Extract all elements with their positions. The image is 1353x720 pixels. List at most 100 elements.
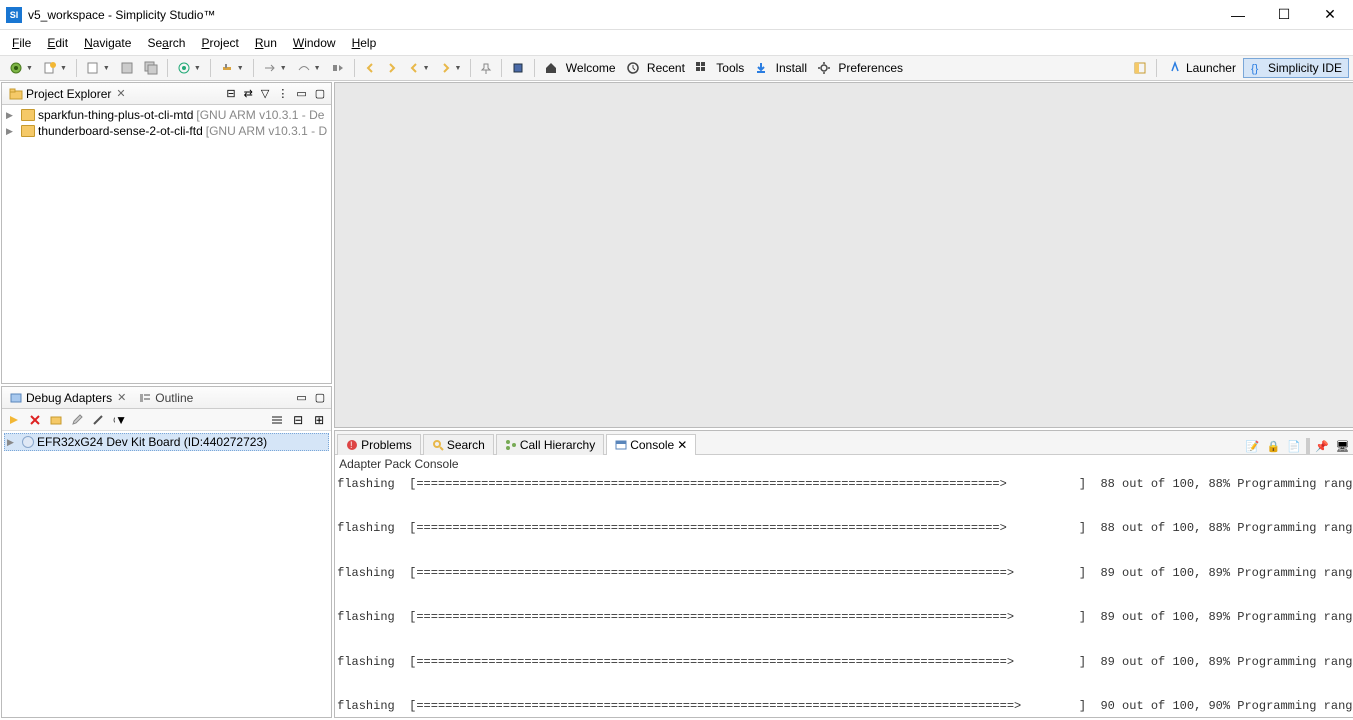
debug-icon[interactable]: ▼ (5, 59, 37, 77)
window-maximize-button[interactable]: ☐ (1261, 0, 1307, 30)
problems-tab[interactable]: !Problems (337, 434, 421, 455)
save-all-icon[interactable] (140, 59, 162, 77)
list-icon[interactable] (269, 412, 285, 428)
tree-row[interactable]: ▶ thunderboard-sense-2-ot-cli-ftd [GNU A… (4, 123, 329, 139)
workbench: Project Explorer ✕ ⊟ ⇄ ▽ ⋮ ▭ ▢ ▶ sparkfu… (0, 81, 1353, 719)
debug-adapters-view: Debug Adapters ✕ Outline ▭ ▢ ▼ (1, 386, 332, 718)
nav-right-icon[interactable]: ▼ (436, 60, 466, 76)
tree-row[interactable]: ▶ sparkfun-thing-plus-ot-cli-mtd [GNU AR… (4, 107, 329, 123)
start-icon[interactable] (6, 412, 22, 428)
outline-tab[interactable]: Outline (134, 389, 197, 407)
collapse-icon[interactable]: ⊟ (290, 412, 306, 428)
window-minimize-button[interactable]: — (1215, 0, 1261, 30)
nav-left-icon[interactable]: ▼ (404, 60, 434, 76)
install-button[interactable]: Install (750, 59, 811, 77)
menu-run[interactable]: Run (247, 33, 285, 53)
window-close-button[interactable]: ✕ (1307, 0, 1353, 30)
main-toolbar: ▼ ▼ ▼ ▼ ▼ ▼ ▼ ▼ ▼ Welcome Recent Tools I… (0, 55, 1353, 81)
project-explorer-view: Project Explorer ✕ ⊟ ⇄ ▽ ⋮ ▭ ▢ ▶ sparkfu… (1, 82, 332, 384)
bottom-panel: !Problems Search Call Hierarchy Console✕… (334, 430, 1353, 718)
window-titlebar: SI v5_workspace - Simplicity Studio™ — ☐… (0, 0, 1353, 30)
close-icon[interactable]: ✕ (677, 438, 687, 452)
simplicity-ide-perspective-button[interactable]: {}Simplicity IDE (1243, 58, 1349, 78)
step-icon[interactable]: ▼ (259, 59, 291, 77)
app-icon: SI (6, 7, 22, 23)
launcher-perspective-button[interactable]: Launcher (1161, 58, 1243, 78)
preferences-button[interactable]: Preferences (813, 59, 907, 77)
menu-file[interactable]: File (4, 33, 39, 53)
menu-search[interactable]: Search (139, 33, 193, 53)
link-editor-icon[interactable]: ⇄ (241, 86, 256, 101)
menu-project[interactable]: Project (193, 33, 246, 53)
tree-row[interactable]: ▶ EFR32xG24 Dev Kit Board (ID:440272723) (4, 433, 329, 451)
project-name: thunderboard-sense-2-ot-cli-ftd (38, 124, 203, 138)
view-menu-icon[interactable]: ⋮ (274, 86, 291, 101)
close-icon[interactable]: ✕ (115, 391, 128, 404)
step-over-icon[interactable]: ▼ (293, 59, 325, 77)
expand-arrow-icon[interactable]: ▶ (6, 126, 18, 137)
debug-adapters-body: ▶ EFR32xG24 Dev Kit Board (ID:440272723) (2, 431, 331, 717)
console-tab[interactable]: Console✕ (606, 434, 696, 455)
minimize-view-icon[interactable]: ▭ (293, 86, 309, 101)
nav-fwd-icon[interactable] (382, 60, 402, 76)
menu-help[interactable]: Help (344, 33, 385, 53)
console-display-icon[interactable]: 🖥▼ (1334, 439, 1353, 454)
run-to-icon[interactable] (327, 59, 349, 77)
window-title: v5_workspace - Simplicity Studio™ (28, 8, 1215, 22)
collapse-all-icon[interactable]: ⊟ (223, 86, 238, 101)
filter-icon[interactable]: ▽ (258, 86, 272, 101)
device-name: EFR32xG24 Dev Kit Board (ID:440272723) (37, 435, 267, 449)
open-perspective-icon[interactable] (1129, 59, 1151, 77)
project-name: sparkfun-thing-plus-ot-cli-mtd (38, 108, 193, 122)
expand-icon[interactable]: ⊞ (311, 412, 327, 428)
debug-adapters-title: Debug Adapters (26, 391, 112, 405)
project-icon (21, 125, 35, 137)
menubar: File Edit Navigate Search Project Run Wi… (0, 30, 1353, 55)
expand-arrow-icon[interactable]: ▶ (6, 110, 18, 121)
edit-icon[interactable] (69, 412, 85, 428)
build-icon[interactable]: ▼ (216, 59, 248, 77)
project-explorer-tab[interactable]: Project Explorer ✕ (5, 85, 132, 103)
minimize-view-icon[interactable]: ▭ (293, 390, 309, 405)
project-icon (21, 109, 35, 121)
menu-navigate[interactable]: Navigate (76, 33, 139, 53)
debug-adapters-tab[interactable]: Debug Adapters ✕ (5, 389, 132, 407)
maximize-view-icon[interactable]: ▢ (312, 86, 328, 101)
settings-icon[interactable]: ▼ (111, 412, 127, 428)
menu-window[interactable]: Window (285, 33, 344, 53)
nav-back-icon[interactable] (360, 60, 380, 76)
project-explorer-title: Project Explorer (26, 87, 111, 101)
close-icon[interactable]: ✕ (114, 87, 127, 100)
recent-button[interactable]: Recent (622, 59, 689, 77)
console-edit-icon[interactable]: 📝 (1244, 439, 1262, 454)
console-lock-icon[interactable]: 🔒 (1265, 439, 1283, 454)
new-icon[interactable]: ▼ (39, 59, 71, 77)
save-icon[interactable] (116, 59, 138, 77)
svg-text:!: ! (350, 440, 353, 450)
project-meta: [GNU ARM v10.3.1 - D (206, 124, 327, 138)
welcome-button[interactable]: Welcome (540, 59, 619, 77)
maximize-view-icon[interactable]: ▢ (312, 390, 328, 405)
target-icon[interactable]: ▼ (173, 59, 205, 77)
tools-icon[interactable] (90, 412, 106, 428)
project-explorer-body: ▶ sparkfun-thing-plus-ot-cli-mtd [GNU AR… (2, 105, 331, 383)
device-icon (22, 436, 34, 448)
editor-area (334, 82, 1353, 428)
project-meta: [GNU ARM v10.3.1 - De (196, 108, 324, 122)
expand-arrow-icon[interactable]: ▶ (7, 437, 19, 448)
console-clear-icon[interactable]: 📄 (1285, 439, 1303, 454)
stop-icon[interactable] (27, 412, 43, 428)
pin-icon[interactable] (476, 60, 496, 76)
search-tab[interactable]: Search (423, 434, 494, 455)
menu-edit[interactable]: Edit (39, 33, 76, 53)
call-hierarchy-tab[interactable]: Call Hierarchy (496, 434, 604, 455)
svg-text:{}: {} (1251, 63, 1259, 75)
tools-button[interactable]: Tools (691, 59, 748, 77)
console-pin-icon[interactable]: 📌 (1313, 439, 1331, 454)
open-folder-icon[interactable] (48, 412, 64, 428)
debug-adapters-toolbar: ▼ ⊟ ⊞ (2, 409, 331, 431)
console-output[interactable]: flashing [==============================… (335, 473, 1353, 717)
chip-icon[interactable] (507, 59, 529, 77)
new-file-icon[interactable]: ▼ (82, 59, 114, 77)
outline-title: Outline (155, 391, 193, 405)
